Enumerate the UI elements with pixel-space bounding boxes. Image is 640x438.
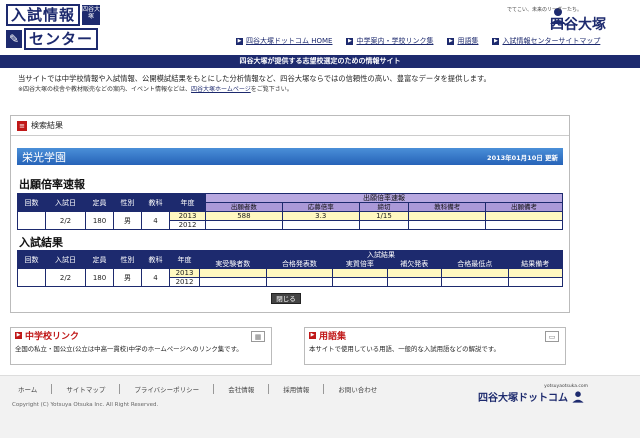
book-icon: ▭ <box>545 331 559 342</box>
school-bar: 栄光学園 2013年01月10日 更新 <box>17 148 563 165</box>
arrow-right-icon: ▶ <box>346 37 354 45</box>
col-ratio: 応募倍率 <box>281 202 360 212</box>
card-body: 全国の私立・国公立(公立は中高一貫校)中学のホームページへのリンク集です。 <box>15 345 243 353</box>
brand-tagline: でてこい、未来のリーダーたち。 <box>506 7 582 13</box>
col-group-application: 出願倍率速報 <box>205 193 563 203</box>
footer-link-home[interactable]: ホーム <box>18 384 53 394</box>
nav-sitemap[interactable]: ▶ 入試情報センターサイトマップ <box>492 36 600 46</box>
col-kaisu: 回数 <box>17 250 46 269</box>
col-passes: 合格発表数 <box>265 259 334 269</box>
intro-note: ※四谷大塚の校舎や教材販売などの案内、イベント情報などは、四谷大塚ホームページを… <box>18 86 293 93</box>
intro-text: 当サイトでは中学校情報や入試情報、公開模試結果をもとにした分析情報など、四谷大塚… <box>18 73 628 95</box>
col-min-score: 合格最低点 <box>440 259 509 269</box>
col-kaisu: 回数 <box>17 193 46 212</box>
section-title-results: 入試結果 <box>19 236 63 249</box>
arrow-right-icon: ▶ <box>492 37 500 45</box>
footer-link-privacy[interactable]: プライバシーポリシー <box>134 384 215 394</box>
col-capacity: 定員 <box>85 250 114 269</box>
col-date: 入試日 <box>45 250 86 269</box>
arrow-right-icon: ▶ <box>15 331 22 339</box>
col-capacity: 定員 <box>85 193 114 212</box>
building-icon: ▦ <box>251 331 265 342</box>
footer-brand-name: 四谷大塚ドットコム <box>478 393 568 404</box>
glossary-card[interactable]: ▶ 用語集 ▭ 本サイトで使用している用語、一般的な入試用語などの解説です。 <box>304 327 566 365</box>
arrow-right-icon: ▶ <box>236 37 243 45</box>
col-deadline: 締切 <box>358 202 410 212</box>
intro-line: 当サイトでは中学校情報や入試情報、公開模試結果をもとにした分析情報など、四谷大塚… <box>18 74 491 83</box>
brand-name: 四谷大塚 <box>550 17 606 33</box>
col-year: 年度 <box>169 250 200 269</box>
list-icon: ≡ <box>17 120 27 131</box>
site-logo[interactable]: 入試情報 四谷大塚 ✎ センター <box>6 4 156 50</box>
col-application-note: 出願備考 <box>485 202 563 212</box>
col-subjects: 教科 <box>141 193 170 212</box>
copyright: Copyright (C) Yotsuya Otsuka Inc. All Ri… <box>12 402 159 408</box>
nav-school-links[interactable]: ▶ 中学案内・学校リンク集 <box>346 36 433 46</box>
logo-title-line1: 入試情報 <box>6 4 81 26</box>
section-title-application: 出願倍率速報 <box>19 178 85 191</box>
nav-home-link[interactable]: ▶ 四谷大塚ドットコム HOME <box>236 36 332 46</box>
card-title: 用語集 <box>319 331 347 342</box>
school-links-card[interactable]: ▶ 中学校リンク ▦ 全国の私立・国公立(公立は中高一貫校)中学のホームページへ… <box>10 327 272 365</box>
footer: ホーム サイトマップ プライバシーポリシー 会社情報 採用情報 お問い合わせ C… <box>0 375 640 438</box>
col-examinees: 実受験者数 <box>199 259 267 269</box>
yotsuya-homepage-link[interactable]: 四谷大塚ホームページ <box>191 86 251 93</box>
header: 入試情報 四谷大塚 ✎ センター でてこい、未来のリーダーたち。 四谷大塚 ▶ 四… <box>0 0 640 56</box>
footer-link-contact[interactable]: お問い合わせ <box>338 384 391 394</box>
col-gender: 性別 <box>113 193 142 212</box>
logo-title-line2: センター <box>24 28 99 50</box>
col-year: 年度 <box>169 193 206 212</box>
footer-nav: ホーム サイトマップ プライバシーポリシー 会社情報 採用情報 お問い合わせ <box>18 384 391 394</box>
col-group-results: 入試結果 <box>199 250 563 260</box>
footer-link-company[interactable]: 会社情報 <box>228 384 270 394</box>
panel-header: ≡ 検索結果 <box>11 116 569 136</box>
col-gender: 性別 <box>113 250 142 269</box>
col-waitlist: 補欠発表 <box>386 259 442 269</box>
table-row: 2/2 180 男 4 2013 588 3.3 1/15 <box>17 211 563 230</box>
arrow-right-icon: ▶ <box>447 37 455 45</box>
footer-link-sitemap[interactable]: サイトマップ <box>66 384 121 394</box>
pencil-icon: ✎ <box>6 30 22 48</box>
search-result-panel: ≡ 検索結果 栄光学園 2013年01月10日 更新 出願倍率速報 回数 入試日… <box>10 115 570 313</box>
card-title: 中学校リンク <box>25 331 80 342</box>
col-date: 入試日 <box>45 193 86 212</box>
updated-date: 2013年01月10日 更新 <box>487 153 558 162</box>
application-rate-table: 回数 入試日 定員 性別 教科 年度 出願倍率速報 出願者数 応募倍率 締切 教… <box>17 193 563 230</box>
footer-link-careers[interactable]: 採用情報 <box>283 384 325 394</box>
col-real-ratio: 実質倍率 <box>332 259 388 269</box>
brand-logo[interactable]: でてこい、未来のリーダーたち。 四谷大塚 <box>506 6 606 34</box>
col-applicants: 出願者数 <box>205 202 283 212</box>
close-button[interactable]: 閉じる <box>271 293 301 304</box>
brand-mascot-icon <box>572 390 584 403</box>
col-subject-note: 教科備考 <box>408 202 487 212</box>
footer-brand-logo[interactable]: yotsuyaotsuka.com 四谷大塚ドットコム <box>478 384 588 410</box>
school-name: 栄光学園 <box>22 150 66 164</box>
card-body: 本サイトで使用している用語、一般的な入試用語などの解説です。 <box>309 345 500 353</box>
col-result-note: 結果備考 <box>507 259 564 269</box>
table-row: 2/2 180 男 4 2013 <box>17 268 564 287</box>
logo-badge: 四谷大塚 <box>82 5 100 25</box>
arrow-right-icon: ▶ <box>309 331 316 339</box>
col-subjects: 教科 <box>141 250 170 269</box>
nav-glossary[interactable]: ▶ 用語集 <box>447 36 478 46</box>
tagline-band: 四谷大塚が提供する志望校選定のための情報サイト <box>0 55 640 68</box>
top-nav: ▶ 四谷大塚ドットコム HOME ▶ 中学案内・学校リンク集 ▶ 用語集 ▶ 入試情報セ… <box>236 36 600 46</box>
panel-title: 検索結果 <box>31 121 63 130</box>
exam-results-table: 回数 入試日 定員 性別 教科 年度 入試結果 実受験者数 合格発表数 実質倍率… <box>17 250 564 287</box>
